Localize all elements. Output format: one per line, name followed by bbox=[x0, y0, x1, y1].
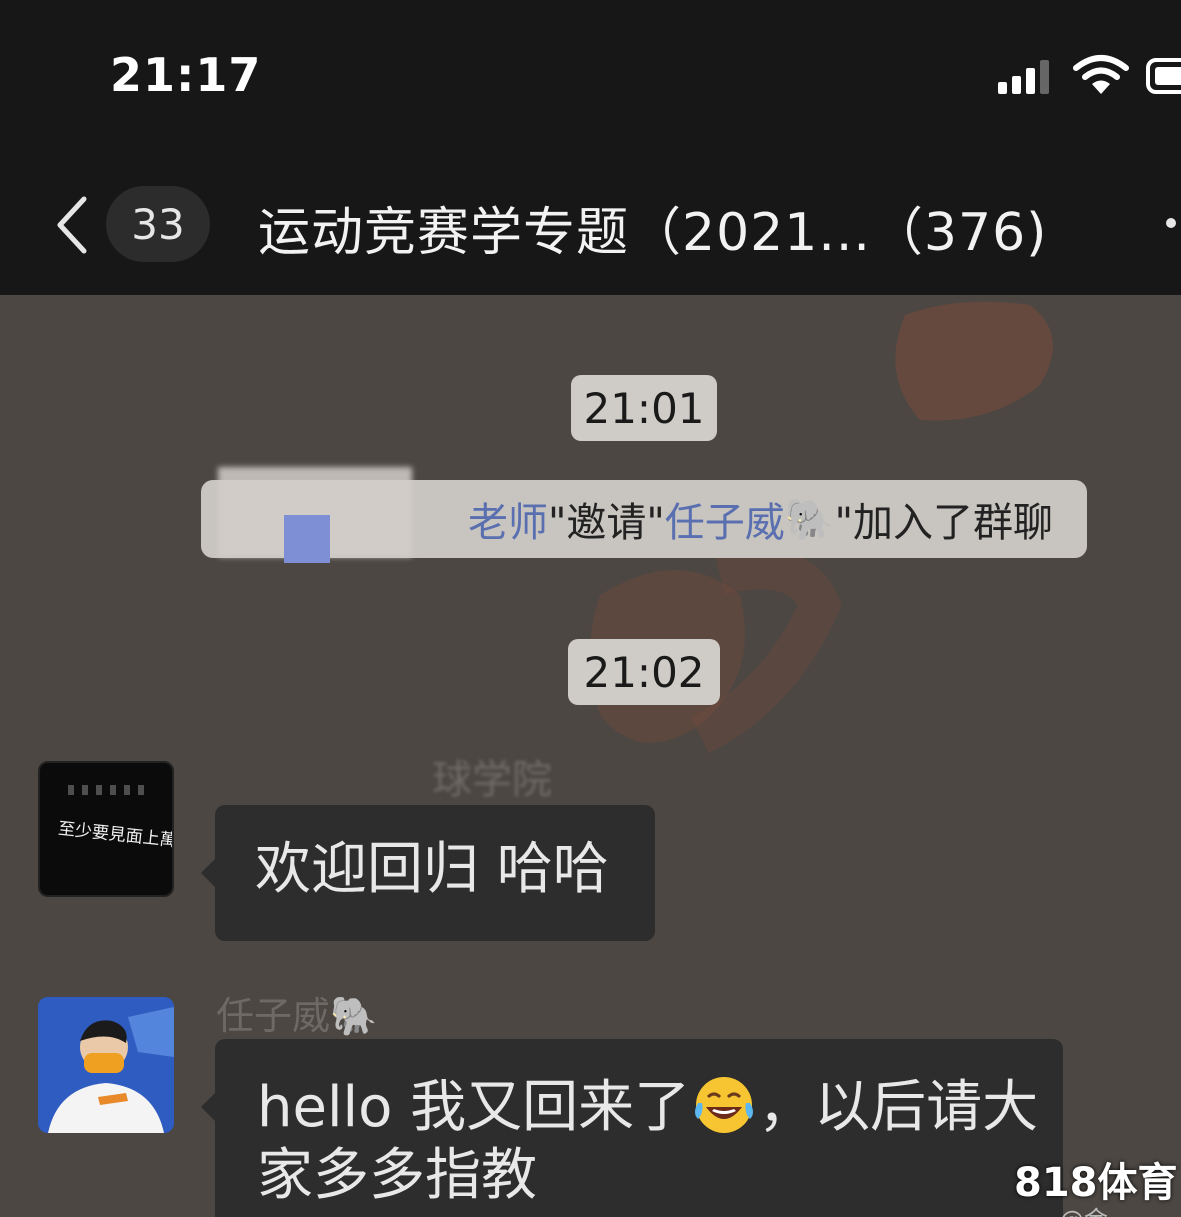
timestamp-pill: 21:02 bbox=[568, 639, 720, 705]
avatar[interactable] bbox=[38, 997, 174, 1133]
chat-title[interactable]: 运动竞赛学专题（2021...（376) bbox=[258, 190, 1047, 265]
message-bubble[interactable]: hello 我又回来了 ，以后请大 家多多指教 bbox=[201, 1039, 1063, 1217]
chat-header: 33 运动竞赛学专题（2021...（376) bbox=[0, 150, 1181, 295]
avatar[interactable]: 至少要見面上萬次 bbox=[38, 761, 174, 897]
message-text: hello 我又回来了 bbox=[257, 1075, 691, 1140]
invite-verb: "邀请" bbox=[547, 500, 665, 546]
unread-count-badge[interactable]: 33 bbox=[106, 186, 210, 262]
redaction-block bbox=[284, 515, 330, 563]
message-line: hello 我又回来了 ，以后请大 bbox=[257, 1075, 1038, 1143]
person-avatar-icon bbox=[38, 997, 174, 1133]
inviter-name[interactable]: 老师 bbox=[468, 490, 548, 548]
chevron-left-icon[interactable] bbox=[52, 195, 92, 255]
status-bar: 21:17 bbox=[0, 0, 1181, 150]
message-text: ，以后请大 bbox=[758, 1075, 1039, 1140]
sender-name-text: 任子威 bbox=[216, 994, 331, 1038]
join-suffix: "加入了群聊 bbox=[834, 500, 1053, 546]
status-time: 21:17 bbox=[110, 48, 262, 102]
elephant-icon: 🐘 bbox=[330, 994, 378, 1038]
watermark-sub: @金 bbox=[1060, 1200, 1108, 1217]
more-dots-icon[interactable] bbox=[1166, 218, 1176, 228]
battery-icon bbox=[1146, 58, 1181, 94]
sender-name: 任子威🐘 bbox=[216, 985, 377, 1040]
wifi-icon bbox=[1073, 55, 1129, 94]
tears-of-joy-emoji-icon bbox=[695, 1076, 754, 1133]
timestamp-pill: 21:01 bbox=[571, 375, 717, 441]
elephant-icon: 🐘 bbox=[784, 496, 835, 543]
message-line: 家多多指教 bbox=[257, 1142, 537, 1208]
invitee-name[interactable]: 任子威 bbox=[665, 490, 785, 548]
avatar-caption: 至少要見面上萬次 bbox=[57, 818, 174, 854]
message-bubble[interactable]: 欢迎回归 哈哈 bbox=[201, 805, 655, 941]
chat-message-list[interactable]: 21:01 老师 "邀请" 任子威 🐘 "加入了群聊 21:02 至少要見面上萬… bbox=[0, 295, 1181, 1217]
sender-name: 球学院 bbox=[432, 757, 552, 803]
signal-icon bbox=[998, 60, 1049, 94]
